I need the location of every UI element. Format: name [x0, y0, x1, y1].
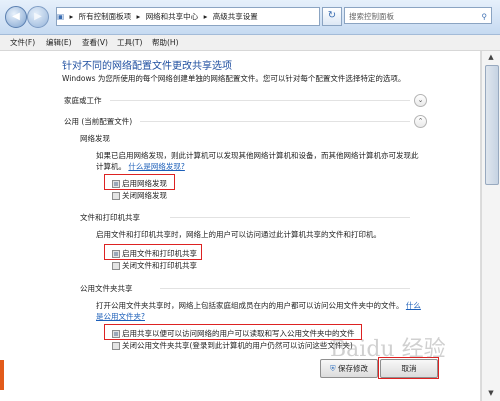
section-heading-public-folder: 公用文件夹共享 [80, 284, 133, 293]
menu-bar: 文件(F) 编辑(E) 查看(V) 工具(T) 帮助(H) [0, 35, 500, 51]
control-panel-icon: ▣ [57, 12, 65, 21]
scroll-up-icon[interactable]: ▲ [486, 53, 496, 63]
highlight-box [104, 324, 362, 340]
page-description: Windows 为您所使用的每个网络创建单独的网络配置文件。您可以针对每个配置文… [62, 74, 406, 83]
public-folder-description: 打开公用文件夹共享时，网络上包括家庭组成员在内的用户都可以访问公用文件夹中的文件… [96, 301, 421, 310]
radio-public-folder-off[interactable] [112, 342, 120, 350]
radio-discovery-off[interactable] [112, 192, 120, 200]
shield-icon: ⛨ [329, 364, 336, 373]
discovery-description: 如果已启用网络发现，则此计算机可以发现其他网络计算机和设备，而其他网络计算机亦可… [96, 151, 419, 160]
divider [170, 217, 410, 218]
highlight-box [104, 244, 202, 260]
discovery-help-link[interactable]: 什么是网络发现? [128, 162, 184, 171]
breadcrumb-item[interactable]: 网络和共享中心 [146, 12, 199, 21]
breadcrumb-item[interactable]: 高级共享设置 [213, 12, 258, 21]
vertical-scrollbar[interactable]: ▲ ▼ [481, 51, 500, 401]
highlight-box [104, 174, 175, 190]
public-folder-help-link[interactable]: 什么 [406, 301, 421, 310]
divider [140, 121, 410, 122]
refresh-icon[interactable]: ↻ [322, 7, 342, 26]
public-folder-help-link-2: 是公用文件夹? [96, 311, 145, 322]
discovery-description-2: 计算机。 什么是网络发现? [96, 162, 185, 171]
search-placeholder: 搜索控制面板 [349, 12, 394, 21]
save-button-label: 保存修改 [338, 364, 368, 373]
option-discovery-off[interactable]: 关闭网络发现 [122, 190, 167, 201]
menu-help[interactable]: 帮助(H) [152, 35, 179, 50]
divider [110, 100, 410, 101]
breadcrumb-separator: ▸ [69, 12, 74, 21]
page-title: 针对不同的网络配置文件更改共享选项 [62, 61, 232, 72]
breadcrumb-separator: ▸ [203, 12, 208, 21]
breadcrumb-separator: ▸ [136, 12, 141, 21]
section-heading-discovery: 网络发现 [80, 134, 110, 143]
file-sharing-description: 启用文件和打印机共享时，网络上的用户可以访问通过此计算机共享的文件和打印机。 [96, 230, 381, 239]
watermark: Baidu 经验 [330, 337, 446, 362]
divider [160, 288, 410, 289]
scrollbar-thumb[interactable] [485, 65, 499, 185]
menu-file[interactable]: 文件(F) [10, 35, 35, 50]
breadcrumb-item[interactable]: 所有控制面板项 [79, 12, 132, 21]
profile-public-label[interactable]: 公用 (当前配置文件) [64, 116, 132, 127]
section-heading-file-sharing: 文件和打印机共享 [80, 213, 140, 222]
collapse-chevron-icon[interactable]: ⌃ [414, 115, 427, 128]
menu-edit[interactable]: 编辑(E) [46, 35, 72, 50]
public-folder-help-link-continued[interactable]: 是公用文件夹? [96, 312, 145, 321]
option-file-sharing-off[interactable]: 关闭文件和打印机共享 [122, 260, 197, 271]
forward-button[interactable]: ▶ [27, 6, 49, 28]
address-bar-area: ◀ ▶ ▣ ▸ 所有控制面板项 ▸ 网络和共享中心 ▸ 高级共享设置 ↻ 搜索控… [0, 0, 500, 35]
back-button[interactable]: ◀ [5, 6, 27, 28]
address-field[interactable]: ▣ ▸ 所有控制面板项 ▸ 网络和共享中心 ▸ 高级共享设置 [56, 7, 320, 26]
search-input[interactable]: 搜索控制面板 ⚲ [344, 7, 492, 24]
menu-view[interactable]: 查看(V) [82, 35, 108, 50]
option-public-folder-off[interactable]: 关闭公用文件夹共享(登录到此计算机的用户仍然可以访问这些文件夹) [122, 340, 353, 351]
scroll-down-icon[interactable]: ▼ [486, 389, 496, 399]
profile-home-label[interactable]: 家庭或工作 [64, 95, 102, 106]
menu-tools[interactable]: 工具(T) [117, 35, 142, 50]
radio-file-sharing-off[interactable] [112, 262, 120, 270]
side-accent-strip [0, 360, 4, 390]
expand-chevron-icon[interactable]: ⌄ [414, 94, 427, 107]
search-icon[interactable]: ⚲ [482, 8, 488, 25]
